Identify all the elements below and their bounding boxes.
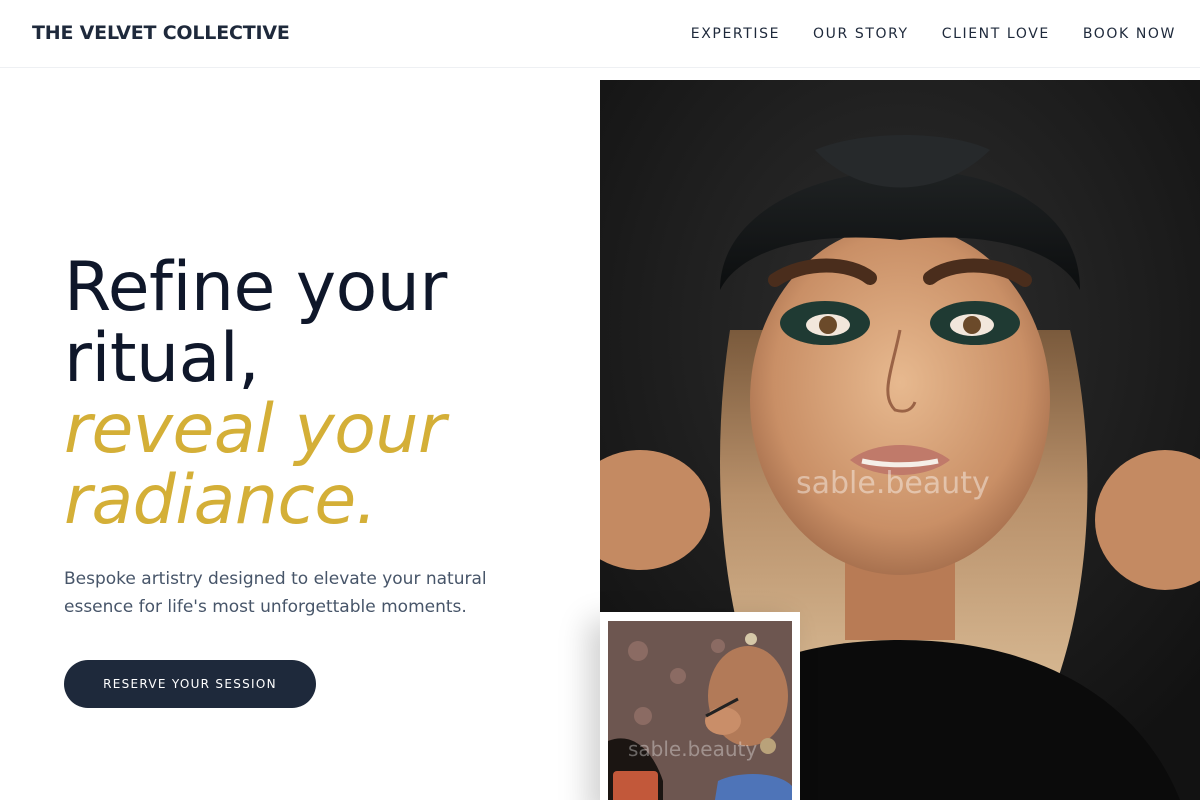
hero-title: Refine your ritual, reveal your radiance… [64, 252, 564, 536]
main-nav: EXPERTISE OUR STORY CLIENT LOVE BOOK NOW [691, 26, 1176, 42]
hero-title-main: Refine your ritual, [64, 248, 447, 398]
hero-title-accent: reveal your radiance. [64, 390, 446, 540]
nav-link-our-story[interactable]: OUR STORY [813, 26, 909, 42]
page: THE VELVET COLLECTIVE EXPERTISE OUR STOR… [0, 0, 1200, 800]
hero-subtitle: Bespoke artistry designed to elevate you… [64, 569, 487, 617]
inset-photo-frame: sable.beauty [600, 612, 800, 800]
site-header: THE VELVET COLLECTIVE EXPERTISE OUR STOR… [0, 0, 1200, 68]
makeup-application-image: sable.beauty [608, 621, 792, 800]
inset-illustration [608, 621, 792, 800]
nav-link-expertise[interactable]: EXPERTISE [691, 26, 780, 42]
brand-logo[interactable]: THE VELVET COLLECTIVE [32, 22, 290, 44]
reserve-session-button[interactable]: RESERVE YOUR SESSION [64, 660, 316, 708]
nav-link-client-love[interactable]: CLIENT LOVE [942, 26, 1050, 42]
nav-link-book-now[interactable]: BOOK NOW [1083, 26, 1176, 42]
